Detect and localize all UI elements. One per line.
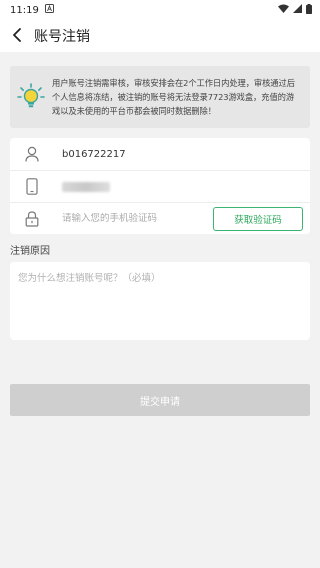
phone-row: [10, 170, 310, 202]
lightbulb-icon: [16, 82, 46, 112]
code-row: 获取验证码: [10, 202, 310, 234]
account-value: b016722217: [62, 148, 126, 160]
battery-icon: [306, 3, 312, 17]
reason-box: [10, 262, 310, 340]
phone-icon: [22, 177, 42, 197]
account-form: b016722217 获取验证码: [10, 138, 310, 234]
account-row: b016722217: [10, 138, 310, 170]
back-button[interactable]: [2, 20, 32, 52]
notice-banner: 用户账号注销需审核，审核安排会在2个工作日内处理，审核通过后个人信息将冻结，被注…: [10, 66, 310, 128]
user-icon: [22, 144, 42, 164]
signal-icon: [293, 4, 302, 16]
notice-text: 用户账号注销需审核，审核安排会在2个工作日内处理，审核通过后个人信息将冻结，被注…: [52, 78, 295, 116]
chevron-left-icon: [12, 27, 22, 46]
status-right: [278, 3, 312, 17]
lock-icon: [22, 209, 42, 229]
page-title: 账号注销: [34, 29, 90, 45]
a-letter-icon: [44, 4, 54, 16]
get-code-button[interactable]: 获取验证码: [213, 207, 303, 231]
nav-bar: 账号注销: [0, 20, 320, 52]
status-bar: 11:19: [0, 0, 320, 20]
verification-code-input[interactable]: [62, 213, 202, 224]
submit-button[interactable]: 提交申请: [10, 384, 310, 416]
wifi-icon: [278, 4, 289, 16]
reason-textarea[interactable]: [18, 270, 302, 332]
reason-label: 注销原因: [10, 246, 50, 257]
status-time: 11:19: [10, 4, 39, 16]
phone-number-redacted: [62, 181, 110, 192]
status-left: 11:19: [10, 4, 54, 16]
